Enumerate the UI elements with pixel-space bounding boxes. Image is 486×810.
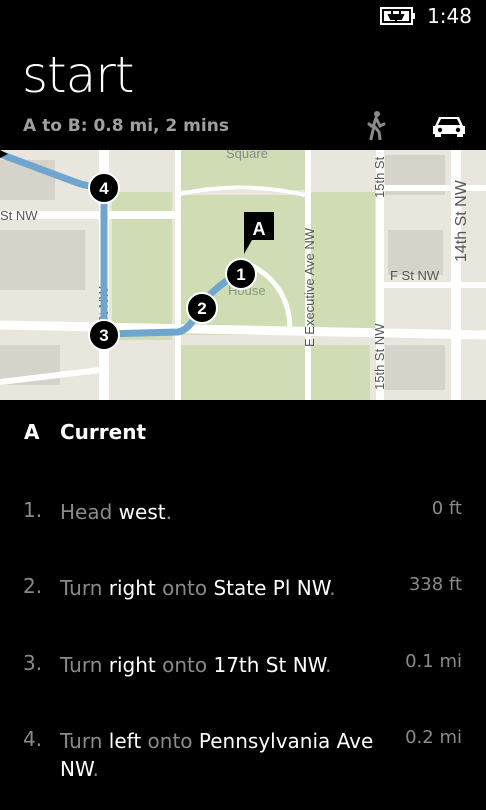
svg-text:2: 2 bbox=[197, 299, 206, 318]
step-text: Turn right onto State Pl NW. bbox=[60, 576, 336, 600]
route-marker-4[interactable]: 4 bbox=[88, 172, 120, 204]
map-label-14th: 14th St NW bbox=[453, 179, 470, 262]
map-label-executive: E Executive Ave NW bbox=[302, 227, 317, 347]
route-marker-1[interactable]: 1 bbox=[225, 258, 257, 290]
status-bar: 1:48 bbox=[0, 0, 486, 36]
map-label-f-st: F St NW bbox=[390, 268, 440, 283]
svg-text:A: A bbox=[253, 219, 266, 239]
step-number: 3. bbox=[23, 651, 43, 675]
step-number: 4. bbox=[23, 727, 43, 751]
battery-charging-icon bbox=[380, 7, 415, 25]
origin-row[interactable]: A Current bbox=[24, 420, 146, 444]
step-text: Turn left onto Pennsylvania Ave NW. bbox=[60, 729, 374, 781]
map-label-square: Square bbox=[226, 150, 268, 161]
step-text: Head west. bbox=[60, 500, 172, 524]
walking-mode-icon[interactable] bbox=[364, 110, 388, 140]
step-distance: 0.2 mi bbox=[405, 727, 462, 748]
route-map[interactable]: Square St NW h St NW House E Executive A… bbox=[0, 150, 486, 400]
origin-letter: A bbox=[24, 420, 40, 444]
map-label-15th-bottom: 15th St NW bbox=[372, 323, 387, 390]
route-summary: A to B: 0.8 mi, 2 mins bbox=[23, 116, 229, 136]
step-text: Turn right onto 17th St NW. bbox=[60, 653, 332, 677]
svg-text:3: 3 bbox=[99, 326, 108, 345]
step-distance: 0.1 mi bbox=[405, 651, 462, 672]
route-marker-3[interactable]: 3 bbox=[88, 319, 120, 351]
step-distance: 338 ft bbox=[408, 574, 462, 595]
route-marker-2[interactable]: 2 bbox=[186, 292, 218, 324]
step-number: 1. bbox=[23, 498, 43, 522]
map-label-st-nw: St NW bbox=[0, 208, 38, 223]
step-number: 2. bbox=[23, 574, 43, 598]
svg-text:1: 1 bbox=[236, 265, 245, 284]
page-title: start bbox=[22, 46, 134, 104]
step-distance: 0 ft bbox=[431, 498, 462, 519]
clock: 1:48 bbox=[427, 4, 472, 28]
svg-text:4: 4 bbox=[99, 179, 109, 198]
map-label-15th-top: 15th St bbox=[372, 156, 387, 198]
origin-label: Current bbox=[60, 420, 147, 444]
driving-mode-icon[interactable] bbox=[432, 114, 466, 138]
